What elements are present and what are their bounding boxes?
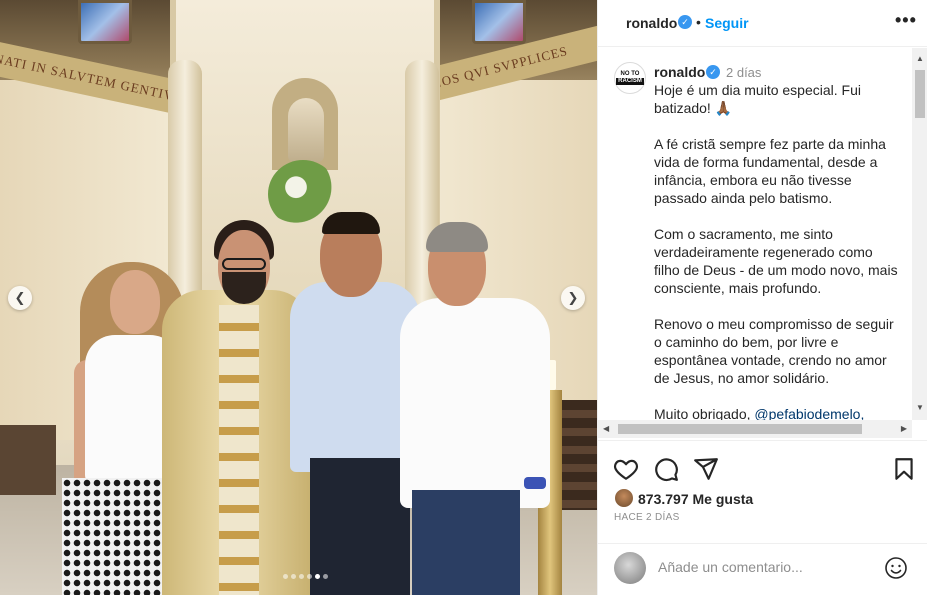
chevron-left-icon[interactable]: ❮ bbox=[8, 286, 32, 310]
follow-button[interactable]: Seguir bbox=[705, 15, 749, 31]
caption-area: NO TO RACISM ronaldo ✓ 2 días Hoje é um … bbox=[598, 48, 912, 420]
carousel-dot bbox=[315, 574, 320, 579]
carousel-dot bbox=[291, 574, 296, 579]
verified-badge-icon: ✓ bbox=[706, 65, 720, 79]
current-user-avatar bbox=[614, 552, 646, 584]
wrist-watch bbox=[524, 477, 546, 489]
post-actions: 873.797 Me gusta HACE 2 DÍAS bbox=[598, 440, 927, 595]
post-photo[interactable]: NATI IN SALVTEM GENTIVM NOS QVI SVPPLICE… bbox=[0, 0, 597, 595]
person-face bbox=[110, 270, 160, 334]
scroll-up-arrow-icon[interactable]: ▲ bbox=[916, 54, 924, 63]
comment-input[interactable] bbox=[658, 559, 868, 575]
carousel-dot bbox=[307, 574, 312, 579]
author-username[interactable]: ronaldo bbox=[626, 15, 677, 31]
paper-plane-icon[interactable] bbox=[693, 456, 719, 482]
mention-link[interactable]: @pefabiodemelo, bbox=[754, 406, 864, 420]
heart-icon[interactable] bbox=[613, 456, 639, 482]
altar-column bbox=[168, 60, 202, 310]
person-jeans bbox=[412, 490, 520, 595]
carousel-dot bbox=[323, 574, 328, 579]
caption-paragraph: Muito obrigado, @pefabiodemelo, bbox=[654, 405, 898, 420]
post-header: ronaldo ✓ • Seguir ••• bbox=[598, 0, 927, 47]
like-count[interactable]: 873.797 Me gusta bbox=[638, 491, 753, 507]
smiley-icon[interactable] bbox=[884, 556, 908, 580]
scroll-down-arrow-icon[interactable]: ▼ bbox=[916, 403, 924, 412]
priest-stole bbox=[219, 305, 259, 595]
comment-composer bbox=[598, 543, 927, 595]
caption-text: Hoje é um dia muito especial. Fui batiza… bbox=[654, 81, 898, 420]
scrollbar-thumb[interactable] bbox=[915, 70, 925, 118]
vertical-scrollbar[interactable]: ▲ ▼ bbox=[912, 48, 927, 420]
avatar-logo-text: RACISM bbox=[616, 78, 644, 85]
verified-badge-icon: ✓ bbox=[678, 15, 692, 29]
stained-glass-window bbox=[78, 0, 132, 44]
separator-dot: • bbox=[696, 14, 701, 30]
bookmark-icon[interactable] bbox=[891, 456, 917, 482]
author-avatar[interactable]: NO TO RACISM bbox=[614, 62, 646, 94]
saint-statue bbox=[288, 98, 324, 162]
caption-paragraph: A fé cristã sempre fez parte da minha vi… bbox=[654, 136, 886, 206]
carousel-dot bbox=[299, 574, 304, 579]
person-polka-dot-skirt bbox=[62, 478, 172, 595]
scroll-left-arrow-icon[interactable]: ◀ bbox=[603, 424, 609, 433]
caption-username[interactable]: ronaldo bbox=[654, 64, 705, 80]
person-hair bbox=[322, 212, 380, 234]
more-options-icon[interactable]: ••• bbox=[895, 10, 917, 31]
stained-glass-window bbox=[472, 0, 526, 44]
speech-bubble-icon[interactable] bbox=[653, 456, 679, 482]
post-time[interactable]: 2 días bbox=[726, 65, 761, 80]
scroll-right-arrow-icon[interactable]: ▶ bbox=[901, 424, 907, 433]
caption-paragraph: Renovo o meu compromisso de seguir o cam… bbox=[654, 316, 894, 386]
priest-glasses bbox=[222, 258, 266, 270]
carousel-indicator bbox=[283, 574, 328, 579]
scrollbar-thumb[interactable] bbox=[618, 424, 862, 434]
carousel-dot bbox=[283, 574, 288, 579]
post-date: HACE 2 DÍAS bbox=[614, 512, 680, 523]
caption-paragraph: Com o sacramento, me sinto verdadeiramen… bbox=[654, 226, 898, 296]
caption-text-fragment: Muito obrigado, bbox=[654, 406, 755, 420]
caption-paragraph: Hoje é um dia muito especial. Fui batiza… bbox=[654, 82, 861, 116]
wooden-bench bbox=[0, 425, 56, 495]
avatar-logo-text: NO TO bbox=[620, 71, 640, 77]
liker-avatar[interactable] bbox=[614, 488, 634, 508]
post-sidebar: ronaldo ✓ • Seguir ••• NO TO RACISM rona… bbox=[597, 0, 927, 595]
horizontal-scrollbar[interactable]: ◀ ▶ bbox=[598, 420, 912, 438]
chevron-right-icon[interactable]: ❯ bbox=[561, 286, 585, 310]
